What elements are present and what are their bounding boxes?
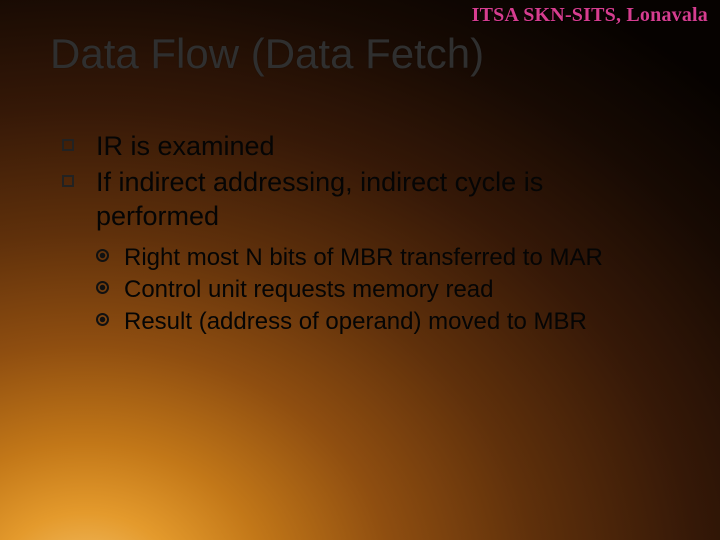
org-header: ITSA SKN-SITS, Lonavala bbox=[472, 4, 708, 27]
slide-title: Data Flow (Data Fetch) bbox=[50, 30, 484, 78]
slide: ITSA SKN-SITS, Lonavala Data Flow (Data … bbox=[0, 0, 720, 540]
sublist: Right most N bits of MBR transferred to … bbox=[96, 243, 670, 337]
bullet-item: If indirect addressing, indirect cycle i… bbox=[60, 166, 670, 234]
sub-bullet-item: Control unit requests memory read bbox=[96, 275, 670, 305]
sub-bullet-item: Right most N bits of MBR transferred to … bbox=[96, 243, 670, 273]
sub-bullet-item: Result (address of operand) moved to MBR bbox=[96, 307, 670, 337]
bullet-item: IR is examined bbox=[60, 130, 670, 164]
slide-content: IR is examined If indirect addressing, i… bbox=[60, 130, 670, 339]
